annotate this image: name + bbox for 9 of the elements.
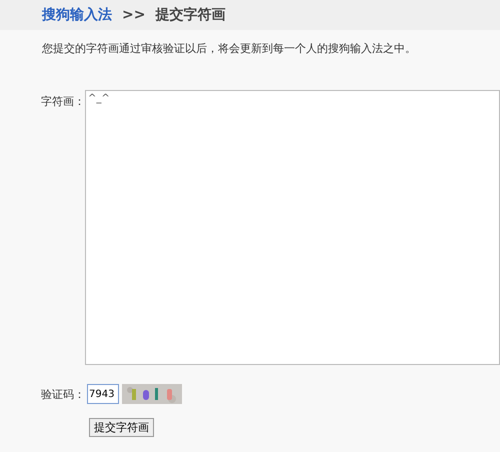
submit-button[interactable]: 提交字符画 <box>89 418 154 437</box>
captcha-input-field[interactable]: 7943 <box>87 384 119 404</box>
art-input-field[interactable]: ^_^ <box>85 90 500 365</box>
breadcrumb-separator: >> <box>122 7 146 23</box>
breadcrumb-link[interactable]: 搜狗输入法 <box>42 6 112 24</box>
field-label: 验证码： <box>40 386 85 402</box>
notice-text: 您提交的字符画通过审核验证以后，将会更新到每一个人的搜狗输入法之中。 <box>42 41 417 56</box>
page-title: 提交字符画 <box>155 6 226 24</box>
field-label: 字符画： <box>40 94 85 110</box>
